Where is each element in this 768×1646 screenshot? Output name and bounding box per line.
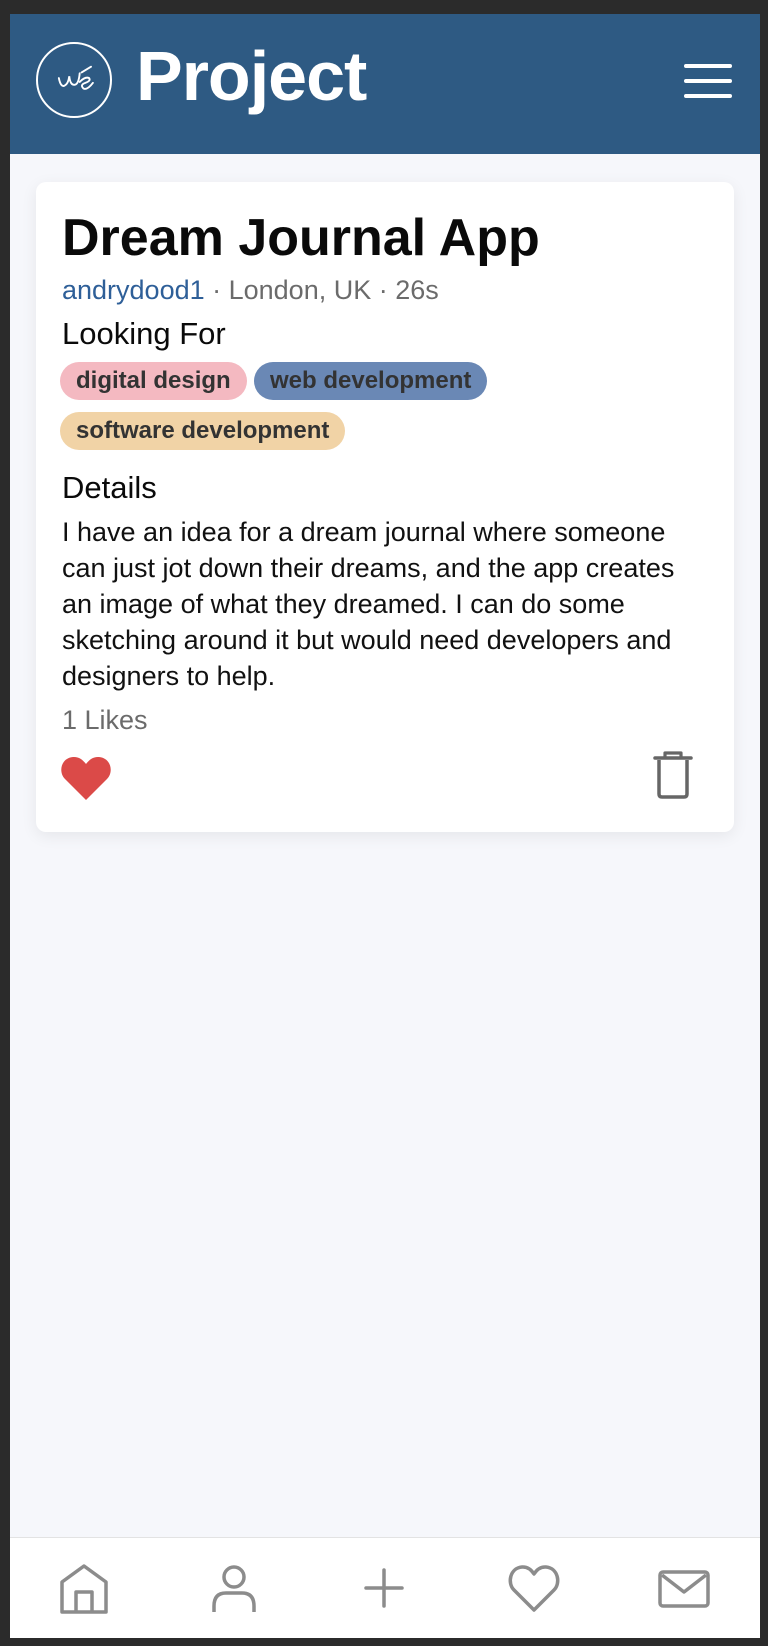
tag-chip: digital design (60, 362, 247, 400)
ws-logo-icon[interactable] (36, 42, 112, 118)
trash-icon[interactable] (652, 750, 694, 800)
details-text: I have an idea for a dream journal where… (62, 517, 675, 691)
top-bar: Project (10, 14, 760, 154)
app-screen: Project Dream Journal App andrydood1 · L… (10, 14, 760, 1638)
bottom-nav (10, 1537, 760, 1638)
heart-filled-icon[interactable] (60, 754, 112, 802)
app-title: Project (136, 37, 367, 115)
project-title: Dream Journal App (62, 209, 540, 267)
hamburger-icon[interactable] (684, 64, 732, 100)
heart-outline-icon[interactable] (506, 1560, 562, 1616)
post-meta: andrydood1 · London, UK · 26s (62, 274, 439, 306)
tag-chip: web development (254, 362, 488, 400)
user-icon[interactable] (206, 1560, 262, 1616)
likes-count: 1 Likes (62, 705, 148, 735)
tag-chip: software development (60, 412, 346, 450)
plus-icon[interactable] (356, 1560, 412, 1616)
mail-icon[interactable] (656, 1560, 712, 1616)
looking-for-heading: Looking For (62, 316, 226, 351)
location-time: · London, UK · 26s (204, 275, 439, 305)
author-link[interactable]: andrydood1 (62, 275, 205, 305)
project-card: Dream Journal App andrydood1 · London, U… (36, 182, 734, 832)
home-icon[interactable] (56, 1560, 112, 1616)
details-heading: Details (62, 470, 157, 505)
